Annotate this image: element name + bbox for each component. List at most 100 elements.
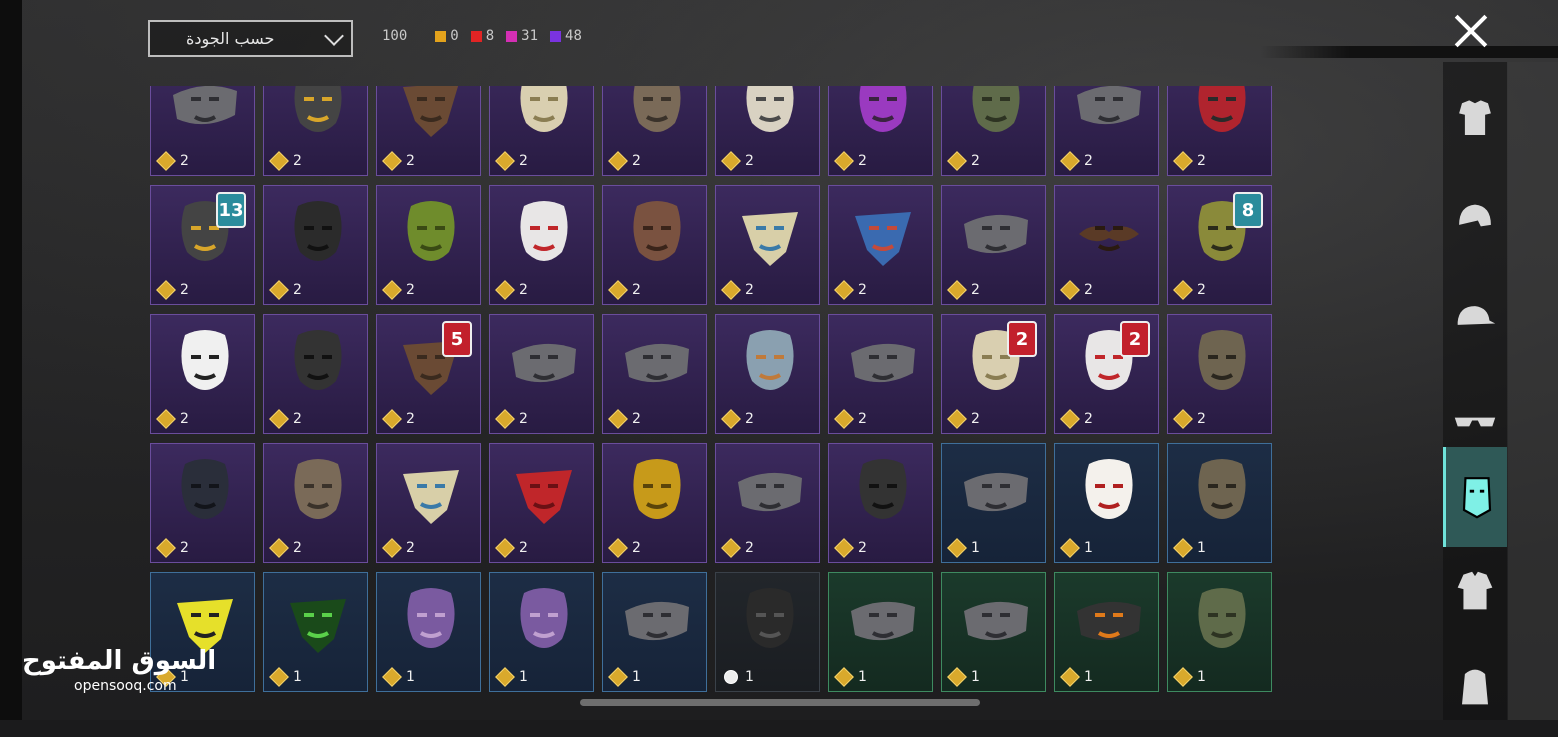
inventory-item[interactable]: 2: [150, 314, 255, 434]
item-count-value: 2: [858, 153, 867, 169]
diamond-icon: [1173, 409, 1193, 429]
inventory-item[interactable]: 2: [715, 314, 820, 434]
inventory-item[interactable]: 1: [1167, 443, 1272, 563]
close-icon[interactable]: [1452, 12, 1490, 50]
inventory-item[interactable]: 22: [941, 314, 1046, 434]
cap-icon: [1457, 306, 1496, 325]
diamond-icon: [382, 409, 402, 429]
quality-filter-label: حسب الجودة: [186, 29, 275, 48]
inventory-item[interactable]: 2: [941, 185, 1046, 305]
inventory-item[interactable]: 2: [715, 443, 820, 563]
item-count-value: 2: [858, 282, 867, 298]
item-count: 1: [1059, 538, 1093, 558]
inventory-item[interactable]: 2: [263, 86, 368, 176]
inventory-item[interactable]: 2: [828, 185, 933, 305]
balaclava-icon: [278, 194, 358, 274]
inventory-item[interactable]: 2: [489, 185, 594, 305]
inventory-item[interactable]: 82: [1167, 185, 1272, 305]
diamond-icon: [1060, 538, 1080, 558]
inventory-item[interactable]: 2: [150, 86, 255, 176]
item-count-value: 2: [632, 411, 641, 427]
inventory-item[interactable]: 1: [941, 572, 1046, 692]
eye-mask-icon: [730, 86, 810, 145]
inventory-item[interactable]: 2: [263, 185, 368, 305]
inventory-item[interactable]: 2: [263, 443, 368, 563]
sidebar-item-mask[interactable]: [1443, 447, 1507, 547]
item-count: 2: [720, 151, 754, 171]
item-count: 2: [1172, 409, 1206, 429]
item-count-value: 1: [858, 669, 867, 685]
item-count: 2: [155, 151, 189, 171]
inventory-item[interactable]: 2: [1054, 185, 1159, 305]
item-count: 2: [833, 409, 867, 429]
inventory-item[interactable]: 2: [489, 86, 594, 176]
inventory-item[interactable]: 2: [150, 443, 255, 563]
horizontal-scrollbar[interactable]: [580, 699, 980, 706]
inventory-item[interactable]: 2: [715, 86, 820, 176]
inventory-item[interactable]: 1: [1167, 572, 1272, 692]
inventory-item[interactable]: 1: [828, 572, 933, 692]
sidebar-item-outfit[interactable]: [1443, 72, 1507, 172]
diamond-icon: [608, 538, 628, 558]
inventory-item[interactable]: 2: [376, 185, 481, 305]
inventory-item[interactable]: 22: [1054, 314, 1159, 434]
diamond-icon: [608, 280, 628, 300]
diamond-icon: [834, 667, 854, 687]
sidebar-item-cap[interactable]: [1443, 272, 1507, 372]
diamond-icon: [156, 409, 176, 429]
tier-count-pink: 31: [506, 28, 538, 44]
inventory-item[interactable]: 1: [489, 572, 594, 692]
inventory-item[interactable]: 2: [602, 86, 707, 176]
inventory-item[interactable]: 2: [715, 185, 820, 305]
inventory-item[interactable]: 1: [263, 572, 368, 692]
inventory-item[interactable]: 2: [376, 443, 481, 563]
teeth-mask-icon: [617, 194, 697, 274]
item-count-value: 2: [858, 411, 867, 427]
diamond-icon: [495, 151, 515, 171]
inventory-item[interactable]: 2: [1054, 86, 1159, 176]
face-mask-icon: [1069, 86, 1149, 145]
sidebar-item-helmet[interactable]: [1443, 172, 1507, 272]
inventory-item[interactable]: 2: [1167, 86, 1272, 176]
item-count: 2: [833, 280, 867, 300]
item-count-value: 2: [745, 282, 754, 298]
inventory-item[interactable]: 1: [376, 572, 481, 692]
quality-filter-dropdown[interactable]: حسب الجودة: [148, 20, 353, 57]
diamond-icon: [834, 280, 854, 300]
inventory-item[interactable]: 2: [489, 314, 594, 434]
noh-mask-icon: [1069, 452, 1149, 532]
gas-mask-icon: [1182, 581, 1262, 661]
item-count: 2: [720, 280, 754, 300]
inventory-item[interactable]: 13 2: [150, 185, 255, 305]
inventory-item[interactable]: 1: [1054, 572, 1159, 692]
sidebar-item-jacket[interactable]: [1443, 542, 1507, 642]
inventory-item[interactable]: 2: [602, 185, 707, 305]
sidebar-item-backpack[interactable]: [1443, 637, 1507, 737]
inventory-item[interactable]: 1: [715, 572, 820, 692]
diamond-icon: [269, 667, 289, 687]
item-count-value: 2: [519, 411, 528, 427]
inventory-item[interactable]: 1: [1054, 443, 1159, 563]
item-count: 2: [494, 151, 528, 171]
inventory-item[interactable]: 2: [376, 86, 481, 176]
inventory-item[interactable]: 1: [602, 572, 707, 692]
diamond-icon: [834, 409, 854, 429]
inventory-item[interactable]: 2: [941, 86, 1046, 176]
inventory-item[interactable]: 1: [941, 443, 1046, 563]
inventory-item[interactable]: 2: [1167, 314, 1272, 434]
inventory-item[interactable]: 2: [263, 314, 368, 434]
item-count: 2: [381, 538, 415, 558]
tier-swatch: [435, 30, 447, 42]
inventory-item[interactable]: 2: [828, 314, 933, 434]
item-count-value: 2: [858, 540, 867, 556]
inventory-item[interactable]: 2: [828, 443, 933, 563]
inventory-item[interactable]: 2: [489, 443, 594, 563]
inventory-item[interactable]: 2: [602, 443, 707, 563]
inventory-item[interactable]: 2: [828, 86, 933, 176]
diamond-icon: [156, 280, 176, 300]
inventory-item[interactable]: 2: [602, 314, 707, 434]
item-count: 2: [494, 409, 528, 429]
face-mask-icon: [843, 581, 923, 661]
inventory-item[interactable]: 52: [376, 314, 481, 434]
face-mask-icon: [956, 581, 1036, 661]
